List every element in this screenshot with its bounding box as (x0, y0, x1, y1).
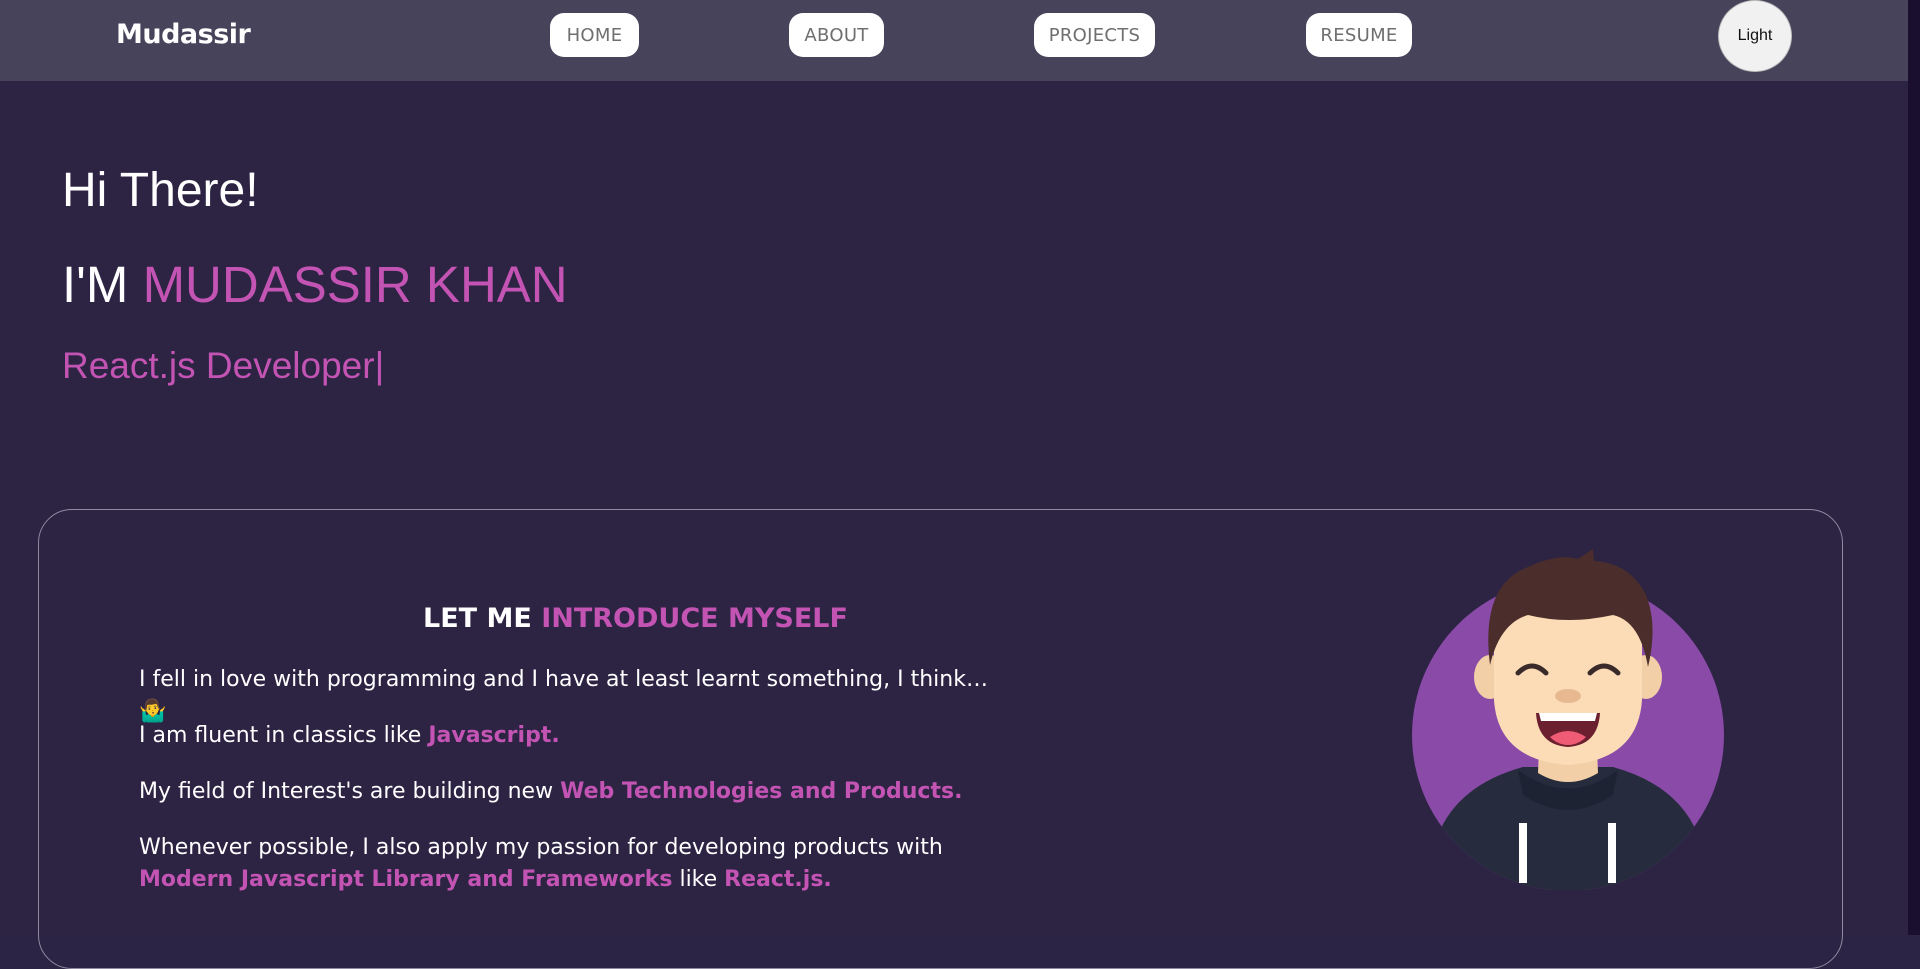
hero-role-typewriter: React.js Developer| (62, 345, 385, 386)
theme-toggle-button[interactable]: Light (1718, 0, 1792, 72)
hero-name-prefix: I'M (62, 256, 143, 313)
intro-title-prefix: LET ME (423, 603, 542, 634)
intro-paragraph-2-highlight: Javascript. (428, 723, 560, 748)
intro-paragraph-4-mid: like (672, 867, 725, 892)
intro-paragraph-4-highlight-2: React.js. (724, 867, 832, 892)
brand-logo[interactable]: Mudassir (116, 19, 251, 50)
nav-home-button[interactable]: HOME (550, 13, 639, 57)
nav-projects-button[interactable]: PROJECTS (1034, 13, 1155, 57)
avatar-illustration (1412, 549, 1724, 890)
intro-paragraph-4-text: Whenever possible, I also apply my passi… (139, 835, 943, 860)
nav-about-button[interactable]: ABOUT (789, 13, 884, 57)
hero-name-highlight: MUDASSIR KHAN (142, 256, 568, 313)
intro-paragraph-3: My field of Interest's are building new … (139, 776, 1019, 808)
intro-paragraph-1: I fell in love with programming and I ha… (139, 664, 1019, 728)
navbar: Mudassir HOME ABOUT PROJECTS RESUME Ligh… (0, 0, 1908, 81)
intro-paragraph-1-text: I fell in love with programming and I ha… (139, 667, 988, 724)
hero-name: I'M MUDASSIR KHAN (62, 255, 568, 314)
intro-paragraph-4: Whenever possible, I also apply my passi… (139, 832, 1019, 896)
hero-greeting: Hi There! (62, 164, 259, 217)
intro-paragraph-2-text: I am fluent in classics like (139, 723, 429, 748)
window-edge (1908, 0, 1920, 935)
intro-title: LET ME INTRODUCE MYSELF (423, 603, 848, 634)
intro-paragraph-2: I am fluent in classics like Javascript. (139, 720, 1019, 752)
intro-title-highlight: INTRODUCE MYSELF (541, 603, 848, 634)
nav-resume-button[interactable]: RESUME (1306, 13, 1412, 57)
intro-paragraph-3-highlight: Web Technologies and Products. (560, 779, 963, 804)
intro-paragraph-3-text: My field of Interest's are building new (139, 779, 561, 804)
avatar-nose (1555, 689, 1581, 703)
intro-paragraph-4-highlight-1: Modern Javascript Library and Frameworks (139, 867, 673, 892)
